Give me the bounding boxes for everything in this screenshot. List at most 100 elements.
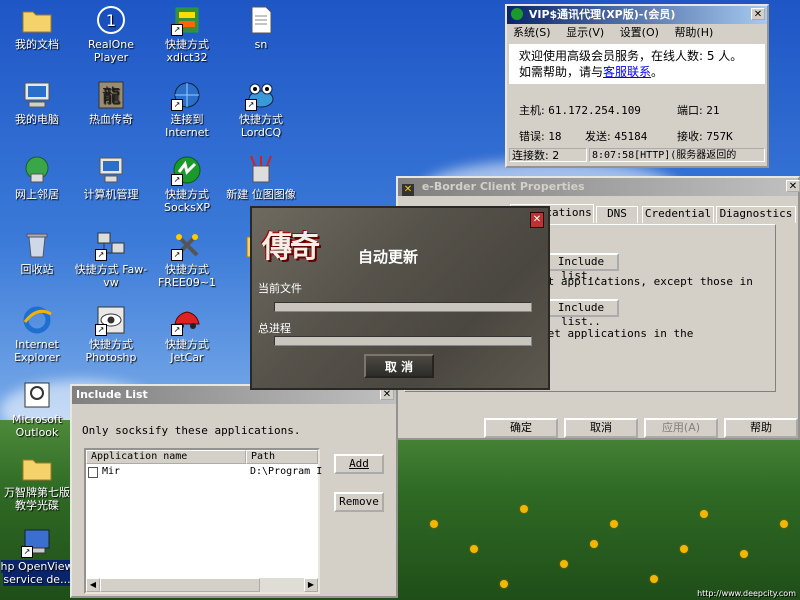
total-progress-label: 总进程 (258, 322, 291, 335)
menu-settings[interactable]: 设置(O) (620, 26, 659, 39)
desktop-icon-jetcar[interactable]: ↗ 快捷方式 JetCar (150, 304, 224, 364)
tab-credential[interactable]: Credential (642, 206, 714, 223)
desktop-icon-mtg-cd[interactable]: 万智牌第七版教学光碟 (0, 452, 74, 512)
vip-window-title: VIP$通讯代理(XP版)-(会员) (528, 8, 676, 21)
close-icon[interactable]: ✕ (786, 180, 800, 192)
desktop-icon-computer-management[interactable]: 计算机管理 (74, 154, 148, 201)
network-icon (21, 154, 53, 186)
computer-icon (21, 79, 53, 111)
folder-icon (21, 452, 53, 484)
tools-icon: ↗ (171, 229, 203, 261)
shortcut-arrow-icon: ↗ (95, 324, 107, 336)
scroll-left-button[interactable]: ◀ (86, 578, 100, 592)
help-button[interactable]: 帮助 (724, 418, 798, 438)
vip-stats-panel: 主机: 61.172.254.109 端口: 21 错误: 18 发送: 451… (509, 88, 765, 148)
menu-help[interactable]: 帮助(H) (674, 26, 713, 39)
row-app-name: Mir (102, 466, 121, 477)
socksxp-icon: ↗ (171, 154, 203, 186)
shortcut-arrow-icon: ↗ (245, 99, 257, 111)
desktop-icon-recycle-bin[interactable]: 回收站 (0, 229, 74, 276)
desktop-icon-socksxp[interactable]: ↗ 快捷方式 SocksXP (150, 154, 224, 214)
menu-system[interactable]: 系统(S) (513, 26, 551, 39)
eborder-titlebar[interactable]: ✕ e-Border Client Properties ✕ (398, 178, 800, 196)
desktop-icon-xdict[interactable]: ↗ 快捷方式 xdict32 (150, 4, 224, 64)
desktop-icon-outlook[interactable]: Microsoft Outlook (0, 379, 74, 439)
hp-openview-icon: ↗ (21, 526, 53, 558)
include-list-button[interactable]: Include list.. (543, 253, 619, 282)
svg-text:1: 1 (106, 11, 116, 30)
legend-logo: 傳奇 (262, 230, 320, 265)
menu-view[interactable]: 显示(V) (566, 26, 604, 39)
internet-explorer-icon (21, 304, 53, 336)
tab-dns[interactable]: DNS (596, 206, 638, 223)
remove-button[interactable]: Remove (334, 492, 384, 512)
tab-diagnostics[interactable]: Diagnostics (716, 206, 796, 223)
shortcut-arrow-icon: ↗ (95, 249, 107, 261)
shortcut-arrow-icon: ↗ (171, 99, 183, 111)
exclude-list-button[interactable]: Include list.. (543, 299, 619, 328)
eborder-window-title: e-Border Client Properties (421, 180, 585, 193)
desktop-icon-faw[interactable]: ↗ 快捷方式 Faw-vw (74, 229, 148, 289)
desktop-icon-realone[interactable]: 1 RealOne Player (74, 4, 148, 64)
shortcut-arrow-icon: ↗ (171, 24, 183, 36)
legend-game-icon: 龍 (95, 79, 127, 111)
network-computers-icon: ↗ (95, 229, 127, 261)
eborder-app-icon: ✕ (402, 184, 414, 196)
paint-icon (245, 154, 277, 186)
app-file-icon (88, 467, 98, 478)
desktop-icon-hp-openview[interactable]: ↗ hp OpenView service de... (0, 526, 74, 586)
outlook-icon (21, 379, 53, 411)
desktop-icon-sn[interactable]: sn (224, 4, 298, 51)
vip-welcome-panel: 欢迎使用高级会员服务，在线人数: 5 人。 如需帮助，请与客服联系。 (509, 44, 765, 84)
error-value: 18 (548, 130, 562, 143)
auto-update-dialog: 傳奇 自动更新 ✕ 当前文件 总进程 取 消 (250, 206, 550, 390)
vip-titlebar[interactable]: VIP$通讯代理(XP版)-(会员) ✕ (507, 6, 767, 24)
update-cancel-button[interactable]: 取 消 (364, 354, 434, 378)
column-header-path[interactable]: Path (246, 450, 318, 464)
total-progress (274, 336, 532, 346)
desktop-icon-lordcq[interactable]: ↗ 快捷方式 LordCQ (224, 79, 298, 139)
column-header-name[interactable]: Application name (86, 450, 246, 464)
customer-service-link[interactable]: 客服联系 (603, 65, 651, 79)
current-file-label: 当前文件 (258, 282, 302, 295)
desktop-icon-network[interactable]: 网上邻居 (0, 154, 74, 201)
shortcut-arrow-icon: ↗ (171, 249, 183, 261)
include-list-dialog: Include List ✕ Only socksify these appli… (70, 384, 398, 598)
connection-count: 连接数: 2 (509, 148, 587, 162)
connect-internet-icon: ↗ (171, 79, 203, 111)
update-close-icon[interactable]: ✕ (530, 212, 544, 228)
port-label: 端口: (677, 104, 703, 117)
desktop-icon-my-computer[interactable]: 我的电脑 (0, 79, 74, 126)
update-title: 自动更新 (358, 248, 419, 266)
desktop-icon-connect-internet[interactable]: ↗ 连接到 Internet (150, 79, 224, 139)
exclude-description: net applications in the (541, 327, 694, 340)
scroll-thumb[interactable] (100, 578, 260, 592)
add-button[interactable]: Add (334, 454, 384, 474)
application-listview[interactable]: Application name Path Mir D:\Program I ◀… (84, 448, 322, 594)
cancel-button[interactable]: 取消 (564, 418, 638, 438)
desktop-icon-free09[interactable]: ↗ 快捷方式 FREE09~1 (150, 229, 224, 289)
text-file-icon (245, 4, 277, 36)
status-log: 8:07:58[HTTP](服务器返回的 (589, 148, 765, 162)
svg-text:龍: 龍 (102, 86, 120, 107)
desktop-icon-photoshop[interactable]: ↗ 快捷方式 Photoshp (74, 304, 148, 364)
current-file-progress (274, 302, 532, 312)
horizontal-scrollbar[interactable]: ◀ ▶ (86, 578, 318, 592)
desktop-icon-new-bitmap[interactable]: 新建 位图图像 (224, 154, 298, 201)
realone-player-icon: 1 (95, 4, 127, 36)
sent-value: 45184 (614, 130, 648, 143)
ok-button[interactable]: 确定 (484, 418, 558, 438)
include-list-description: Only socksify these applications. (82, 424, 301, 437)
scroll-right-button[interactable]: ▶ (304, 578, 318, 592)
desktop-icon-ie[interactable]: Internet Explorer (0, 304, 74, 364)
include-description: et applications, except those in (541, 275, 753, 288)
shortcut-arrow-icon: ↗ (21, 546, 33, 558)
desktop-icon-my-documents[interactable]: 我的文档 (0, 4, 74, 51)
close-icon[interactable]: ✕ (751, 8, 765, 20)
desktop-icon-legend-game[interactable]: 龍 热血传奇 (74, 79, 148, 126)
apply-button[interactable]: 应用(A) (644, 418, 718, 438)
table-row[interactable]: Mir D:\Program I (86, 466, 322, 480)
error-label: 错误: (519, 130, 545, 143)
port-value: 21 (706, 104, 720, 117)
lordcq-frog-icon: ↗ (245, 79, 277, 111)
